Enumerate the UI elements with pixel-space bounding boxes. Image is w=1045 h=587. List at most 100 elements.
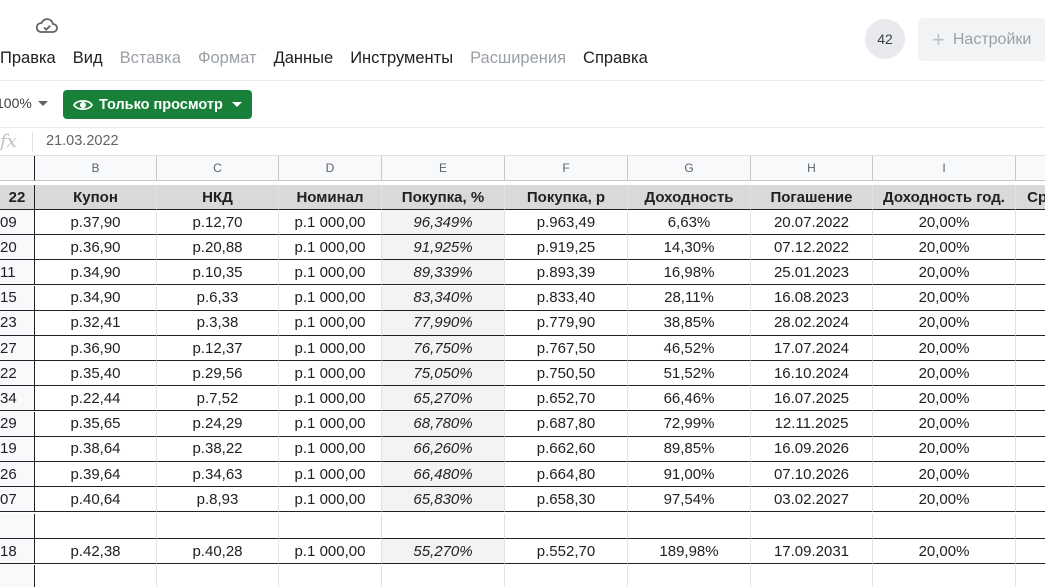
table-cell[interactable]: р.779,90 [505,310,628,336]
table-cell[interactable]: р.1 000,00 [279,336,382,361]
table-cell[interactable] [279,514,382,539]
view-only-button[interactable]: Только просмотр [63,90,252,119]
table-cell[interactable]: 51,52% [628,361,751,387]
table-cell[interactable]: 20,00% [873,386,1016,412]
table-cell[interactable] [157,565,279,587]
cloud-saved-icon[interactable] [36,17,58,35]
table-cell[interactable]: 27 [0,336,35,361]
table-cell[interactable]: 6,63% [628,210,751,235]
table-cell[interactable] [1016,311,1045,336]
zoom-select[interactable]: 100% [0,95,32,111]
avatar[interactable]: 42 [865,19,905,59]
table-cell[interactable]: р.1 000,00 [279,539,382,564]
table-cell[interactable] [279,565,382,587]
table-cell[interactable]: р.22,44 [35,386,157,412]
table-cell[interactable]: 18 [0,539,35,564]
table-cell[interactable] [1016,260,1045,286]
table-cell[interactable]: 20,00% [873,260,1016,286]
table-cell[interactable]: Покупка, % [382,185,505,210]
table-cell[interactable] [628,565,751,587]
table-cell[interactable]: р.20,88 [157,235,279,261]
table-cell[interactable]: 91,925% [382,235,505,261]
table-cell[interactable]: 20,00% [873,310,1016,336]
table-cell[interactable]: 65,270% [382,386,505,412]
table-cell[interactable] [1016,361,1045,387]
table-cell[interactable]: 66,480% [382,462,505,487]
table-cell[interactable] [35,514,157,539]
table-cell[interactable]: р.29,56 [157,361,279,387]
table-cell[interactable] [1016,210,1045,235]
table-cell[interactable]: 20,00% [873,361,1016,387]
chevron-down-icon[interactable] [38,101,48,106]
table-cell[interactable] [628,514,751,539]
table-cell[interactable]: р.1 000,00 [279,487,382,513]
table-cell[interactable]: р.40,28 [157,539,279,564]
table-cell[interactable]: р.8,93 [157,487,279,513]
table-cell[interactable] [1016,336,1045,361]
column-header[interactable]: E [382,156,505,181]
table-cell[interactable]: 16.09.2026 [751,436,873,462]
table-cell[interactable]: р.35,40 [35,361,157,387]
table-cell[interactable]: 189,98% [628,539,751,564]
table-cell[interactable]: Доходность год. [873,185,1016,210]
table-cell[interactable] [505,565,628,587]
column-header[interactable] [1016,156,1045,181]
table-cell[interactable]: 09 [0,210,35,235]
table-cell[interactable] [505,514,628,539]
table-cell[interactable]: 15 [0,285,35,311]
table-cell[interactable]: р.658,30 [505,487,628,513]
column-header[interactable]: B [35,156,157,181]
table-cell[interactable]: 25.01.2023 [751,260,873,286]
table-cell[interactable]: р.1 000,00 [279,436,382,462]
table-cell[interactable]: р.32,41 [35,310,157,336]
table-cell[interactable] [1016,386,1045,412]
table-cell[interactable] [157,514,279,539]
table-cell[interactable] [1016,412,1045,437]
table-cell[interactable]: р.1 000,00 [279,361,382,387]
table-cell[interactable]: р.1 000,00 [279,386,382,412]
table-cell[interactable]: р.750,50 [505,361,628,387]
menu-item[interactable]: Данные [274,49,334,71]
table-cell[interactable]: Купон [35,185,157,210]
table-cell[interactable]: 76,750% [382,336,505,361]
table-cell[interactable]: 68,780% [382,411,505,437]
table-cell[interactable]: 20,00% [873,411,1016,437]
table-cell[interactable]: 34 [0,386,35,412]
table-cell[interactable] [0,514,35,539]
table-cell[interactable]: 07.12.2022 [751,235,873,261]
column-header[interactable]: I [873,156,1016,181]
column-header[interactable]: H [751,156,873,181]
table-cell[interactable]: 77,990% [382,310,505,336]
table-cell[interactable]: 91,00% [628,462,751,487]
table-cell[interactable]: 29 [0,411,35,437]
table-cell[interactable]: р.767,50 [505,336,628,361]
table-cell[interactable]: 20,00% [873,487,1016,513]
table-cell[interactable]: 20,00% [873,462,1016,487]
table-cell[interactable]: 07.10.2026 [751,462,873,487]
table-cell[interactable]: р.6,33 [157,285,279,311]
table-cell[interactable] [382,514,505,539]
table-cell[interactable]: 20,00% [873,285,1016,311]
table-cell[interactable]: р.652,70 [505,386,628,412]
table-cell[interactable]: 16.10.2024 [751,361,873,387]
table-cell[interactable]: р.919,25 [505,235,628,261]
table-cell[interactable]: Срок [1016,185,1045,210]
table-cell[interactable]: р.38,64 [35,436,157,462]
table-cell[interactable]: 22 [0,361,35,387]
table-cell[interactable]: р.552,70 [505,539,628,564]
menu-item[interactable]: Правка [0,49,56,71]
table-cell[interactable]: р.1 000,00 [279,210,382,235]
table-cell[interactable]: р.10,35 [157,260,279,286]
table-cell[interactable]: р.36,90 [35,235,157,261]
table-cell[interactable]: р.1 000,00 [279,310,382,336]
table-cell[interactable]: 16.08.2023 [751,285,873,311]
table-cell[interactable]: р.7,52 [157,386,279,412]
table-cell[interactable]: Номинал [279,185,382,210]
table-cell[interactable] [1016,539,1045,564]
menu-item[interactable]: Формат [198,49,257,71]
column-header[interactable]: C [157,156,279,181]
table-cell[interactable]: 55,270% [382,539,505,564]
table-cell[interactable]: 20 [0,235,35,261]
table-cell[interactable]: 72,99% [628,411,751,437]
table-cell[interactable]: р.39,64 [35,462,157,487]
